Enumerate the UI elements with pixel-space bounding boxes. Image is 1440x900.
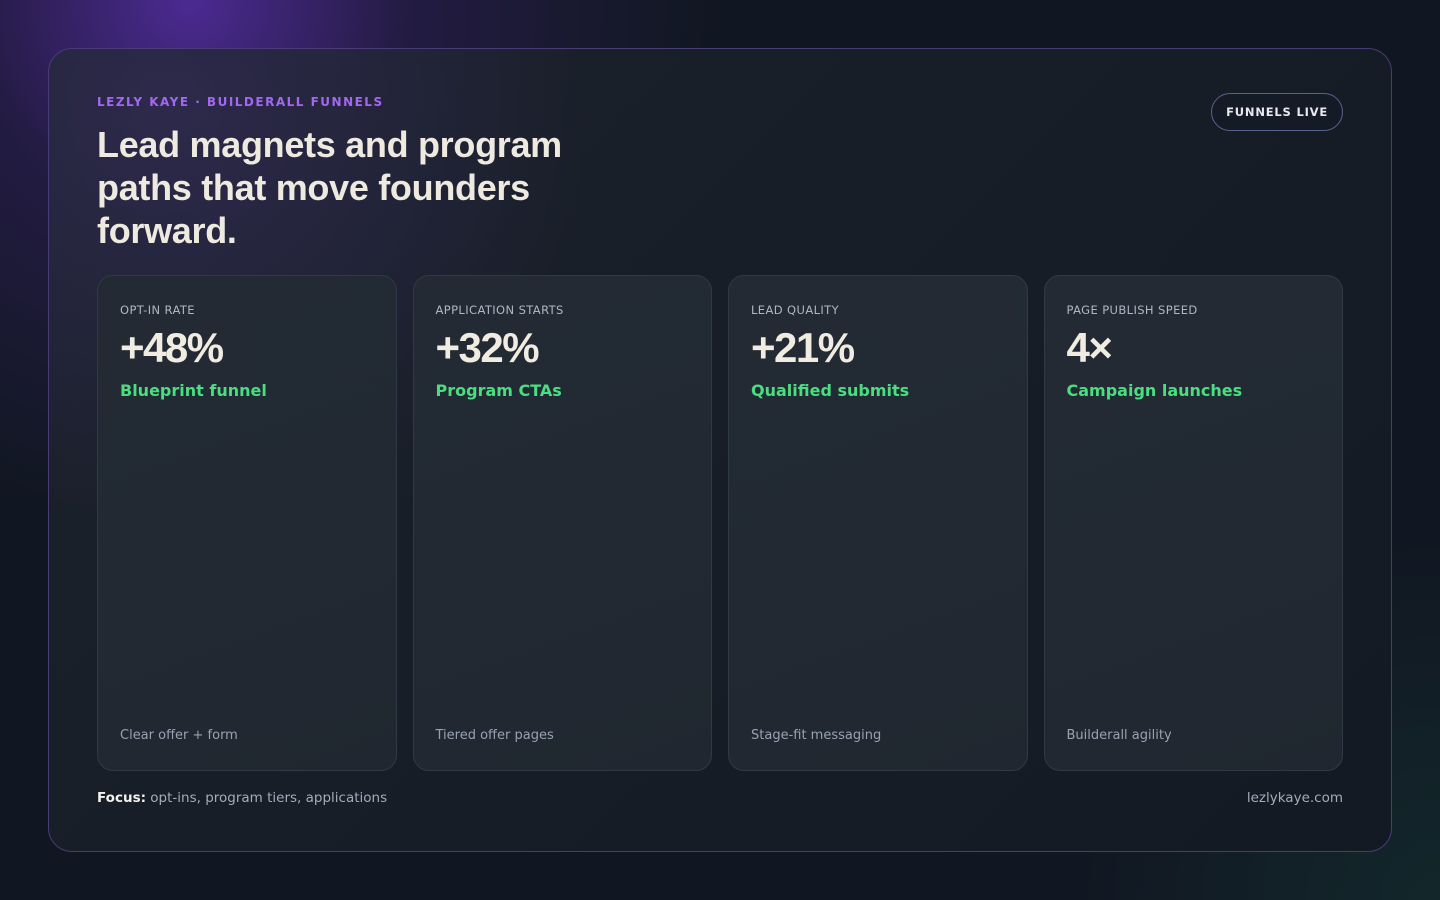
site-link[interactable]: lezlykaye.com: [1247, 790, 1343, 806]
metric-value: +48%: [120, 324, 224, 371]
page-title: Lead magnets and program paths that move…: [97, 124, 562, 251]
main-panel: LEZLY KAYE · BUILDERALL FUNNELS Lead mag…: [48, 48, 1392, 852]
focus-footer: Focus: opt-ins, program tiers, applicati…: [97, 790, 387, 806]
metric-cards: OPT-IN RATE +48% Blueprint funnel Clear …: [97, 275, 1343, 771]
metric-label: PAGE PUBLISH SPEED: [1066, 303, 1198, 317]
focus-text: opt-ins, program tiers, applications: [146, 790, 388, 806]
metric-value: +32%: [435, 324, 540, 371]
metric-card-opt-in-rate: OPT-IN RATE +48% Blueprint funnel Clear …: [97, 275, 397, 771]
metric-label: APPLICATION STARTS: [435, 303, 564, 317]
metric-card-page-publish-speed: PAGE PUBLISH SPEED 4× Campaign launches …: [1043, 275, 1343, 771]
metric-subtitle: Campaign launches: [1066, 381, 1243, 400]
focus-label: Focus:: [97, 790, 146, 806]
metric-card-lead-quality: LEAD QUALITY +21% Qualified submits Stag…: [728, 275, 1028, 771]
metric-note: Tiered offer pages: [435, 728, 554, 743]
metric-note: Clear offer + form: [120, 728, 238, 743]
metric-value: 4×: [1066, 324, 1113, 371]
metric-card-application-starts: APPLICATION STARTS +32% Program CTAs Tie…: [412, 275, 712, 771]
metric-value: +21%: [751, 324, 855, 371]
metric-note: Stage-fit messaging: [751, 728, 882, 743]
metric-label: LEAD QUALITY: [751, 303, 840, 317]
metric-subtitle: Blueprint funnel: [120, 381, 267, 400]
metric-note: Builderall agility: [1066, 728, 1172, 743]
status-badge: FUNNELS LIVE: [1211, 93, 1343, 131]
brand-eyebrow: LEZLY KAYE · BUILDERALL FUNNELS: [97, 95, 384, 109]
metric-subtitle: Program CTAs: [435, 381, 562, 400]
metric-label: OPT-IN RATE: [120, 303, 195, 317]
metric-subtitle: Qualified submits: [751, 381, 910, 400]
